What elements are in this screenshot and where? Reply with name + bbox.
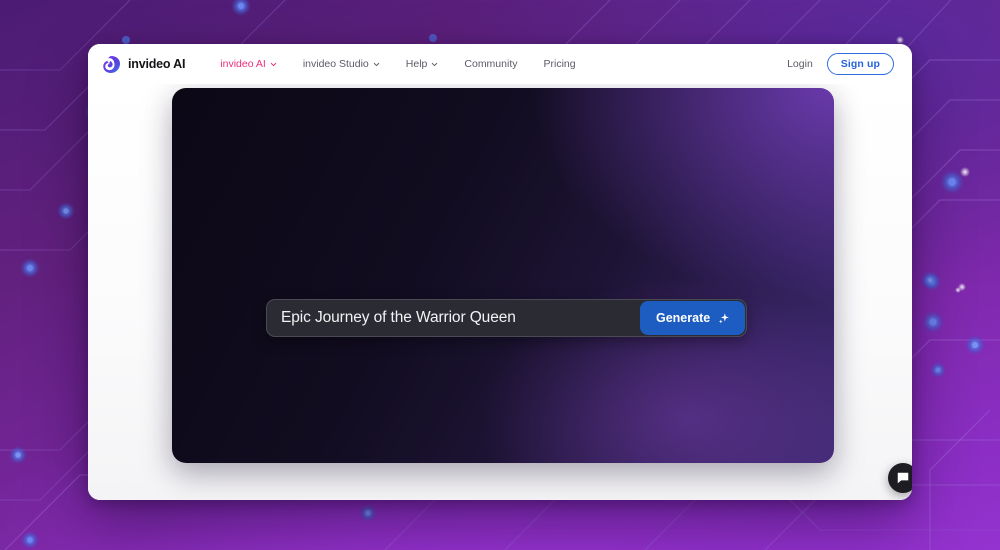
nav-item-invideo-studio[interactable]: invideo Studio (290, 52, 393, 76)
brand-logo[interactable]: invideo AI (102, 55, 185, 74)
prompt-input[interactable] (267, 300, 639, 336)
nav-actions: Login Sign up (787, 53, 894, 75)
nav-item-label: Help (405, 58, 428, 70)
chevron-down-icon (432, 62, 438, 66)
browser-window: invideo AI invideo AI invideo Studio Hel… (88, 44, 912, 500)
chat-widget-button[interactable] (888, 463, 912, 493)
nav-item-pricing[interactable]: Pricing (531, 52, 589, 76)
nav-item-community[interactable]: Community (451, 52, 530, 76)
page-background: invideo AI invideo AI invideo Studio Hel… (0, 0, 1000, 550)
prompt-bar: Generate (266, 299, 748, 337)
nav-item-help[interactable]: Help (393, 52, 452, 76)
signup-button[interactable]: Sign up (826, 53, 894, 75)
nav-item-invideo-ai[interactable]: invideo AI (207, 52, 290, 76)
generate-button[interactable]: Generate (640, 301, 746, 335)
invideo-logo-icon (103, 55, 121, 73)
nav-item-label: invideo AI (220, 58, 266, 70)
sparkle-icon (719, 312, 730, 323)
nav-links: invideo AI invideo Studio Help Community… (207, 52, 588, 76)
login-link[interactable]: Login (787, 58, 813, 70)
brand-name: invideo AI (128, 57, 186, 71)
chat-bubble-icon (897, 472, 909, 484)
generate-button-label: Generate (656, 311, 711, 325)
top-navigation-bar: invideo AI invideo AI invideo Studio Hel… (88, 44, 912, 84)
nav-item-label: Community (464, 58, 518, 70)
video-preview-canvas: Generate (172, 88, 834, 463)
chevron-down-icon (270, 62, 277, 66)
chevron-down-icon (373, 62, 379, 66)
nav-item-label: Pricing (543, 58, 576, 70)
nav-item-label: invideo Studio (302, 58, 369, 70)
